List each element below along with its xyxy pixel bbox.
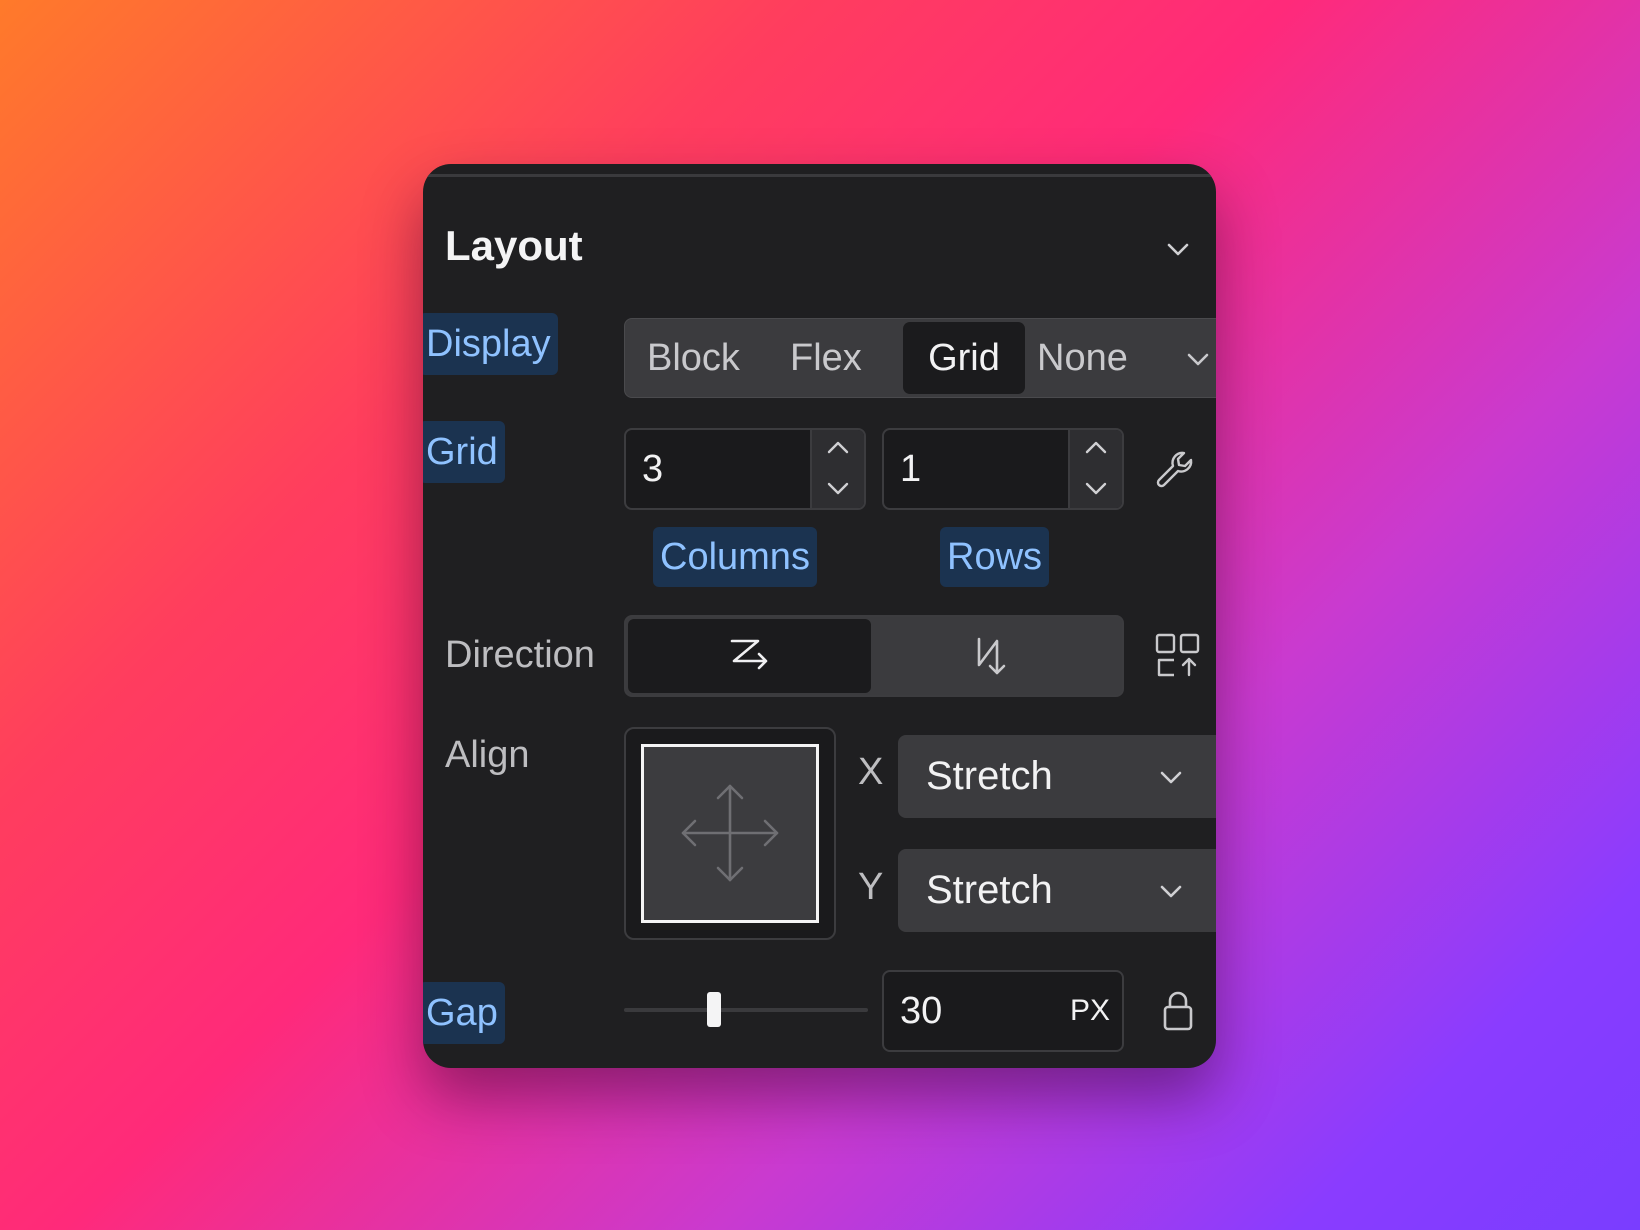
chevron-down-icon[interactable] <box>826 478 850 498</box>
rows-value[interactable]: 1 <box>900 430 921 508</box>
gap-input[interactable]: 30 PX <box>882 970 1124 1052</box>
gap-unit[interactable]: PX <box>1070 972 1110 1050</box>
display-label: Display <box>423 313 558 375</box>
direction-option-row[interactable] <box>628 619 871 693</box>
rows-label: Rows <box>940 527 1050 587</box>
rows-input[interactable]: 1 <box>882 428 1124 510</box>
layout-panel: Layout Display Block Flex Grid None Grid… <box>423 164 1216 1068</box>
align-y-value: Stretch <box>926 868 1053 912</box>
wrench-icon[interactable] <box>1154 449 1196 491</box>
grid-label: Grid <box>423 421 505 483</box>
align-x-axis-label: X <box>858 751 884 793</box>
align-selection[interactable] <box>641 744 819 923</box>
display-option-grid[interactable]: Grid <box>903 322 1025 394</box>
chevron-down-icon <box>1160 771 1182 784</box>
display-option-block[interactable]: Block <box>647 319 740 397</box>
chevron-down-icon[interactable] <box>1163 234 1193 264</box>
chevron-up-icon[interactable] <box>826 438 850 458</box>
align-picker[interactable] <box>624 727 836 940</box>
align-y-axis-label: Y <box>858 866 884 908</box>
move-arrows-icon <box>681 784 779 882</box>
align-x-value: Stretch <box>926 754 1053 798</box>
align-x-dropdown[interactable]: Stretch <box>898 735 1216 818</box>
align-label: Align <box>445 734 530 776</box>
gap-label: Gap <box>423 982 505 1044</box>
direction-column-icon <box>977 637 1006 675</box>
gap-slider-thumb[interactable] <box>707 992 722 1027</box>
display-segmented-control: Block Flex Grid None <box>624 318 1216 398</box>
chevron-down-icon[interactable] <box>1084 478 1108 498</box>
gap-slider-track[interactable] <box>624 1008 868 1012</box>
panel-title: Layout <box>445 222 583 269</box>
rows-stepper[interactable] <box>1068 430 1122 508</box>
align-y-dropdown[interactable]: Stretch <box>898 849 1216 932</box>
columns-value[interactable]: 3 <box>642 430 663 508</box>
chevron-down-icon <box>1160 885 1182 898</box>
chevron-up-icon[interactable] <box>1084 438 1108 458</box>
auto-flow-icon[interactable] <box>1154 631 1202 679</box>
direction-option-column[interactable] <box>873 619 1120 693</box>
columns-label: Columns <box>653 527 817 587</box>
chevron-down-icon[interactable] <box>1185 347 1211 371</box>
columns-stepper[interactable] <box>810 430 864 508</box>
direction-toggle <box>624 615 1124 697</box>
gap-value[interactable]: 30 <box>900 972 942 1050</box>
lock-icon[interactable] <box>1161 989 1195 1033</box>
columns-input[interactable]: 3 <box>624 428 866 510</box>
direction-row-icon <box>730 639 768 670</box>
direction-label: Direction <box>445 634 595 676</box>
display-option-flex[interactable]: Flex <box>790 319 862 397</box>
display-option-none[interactable]: None <box>1037 319 1128 397</box>
